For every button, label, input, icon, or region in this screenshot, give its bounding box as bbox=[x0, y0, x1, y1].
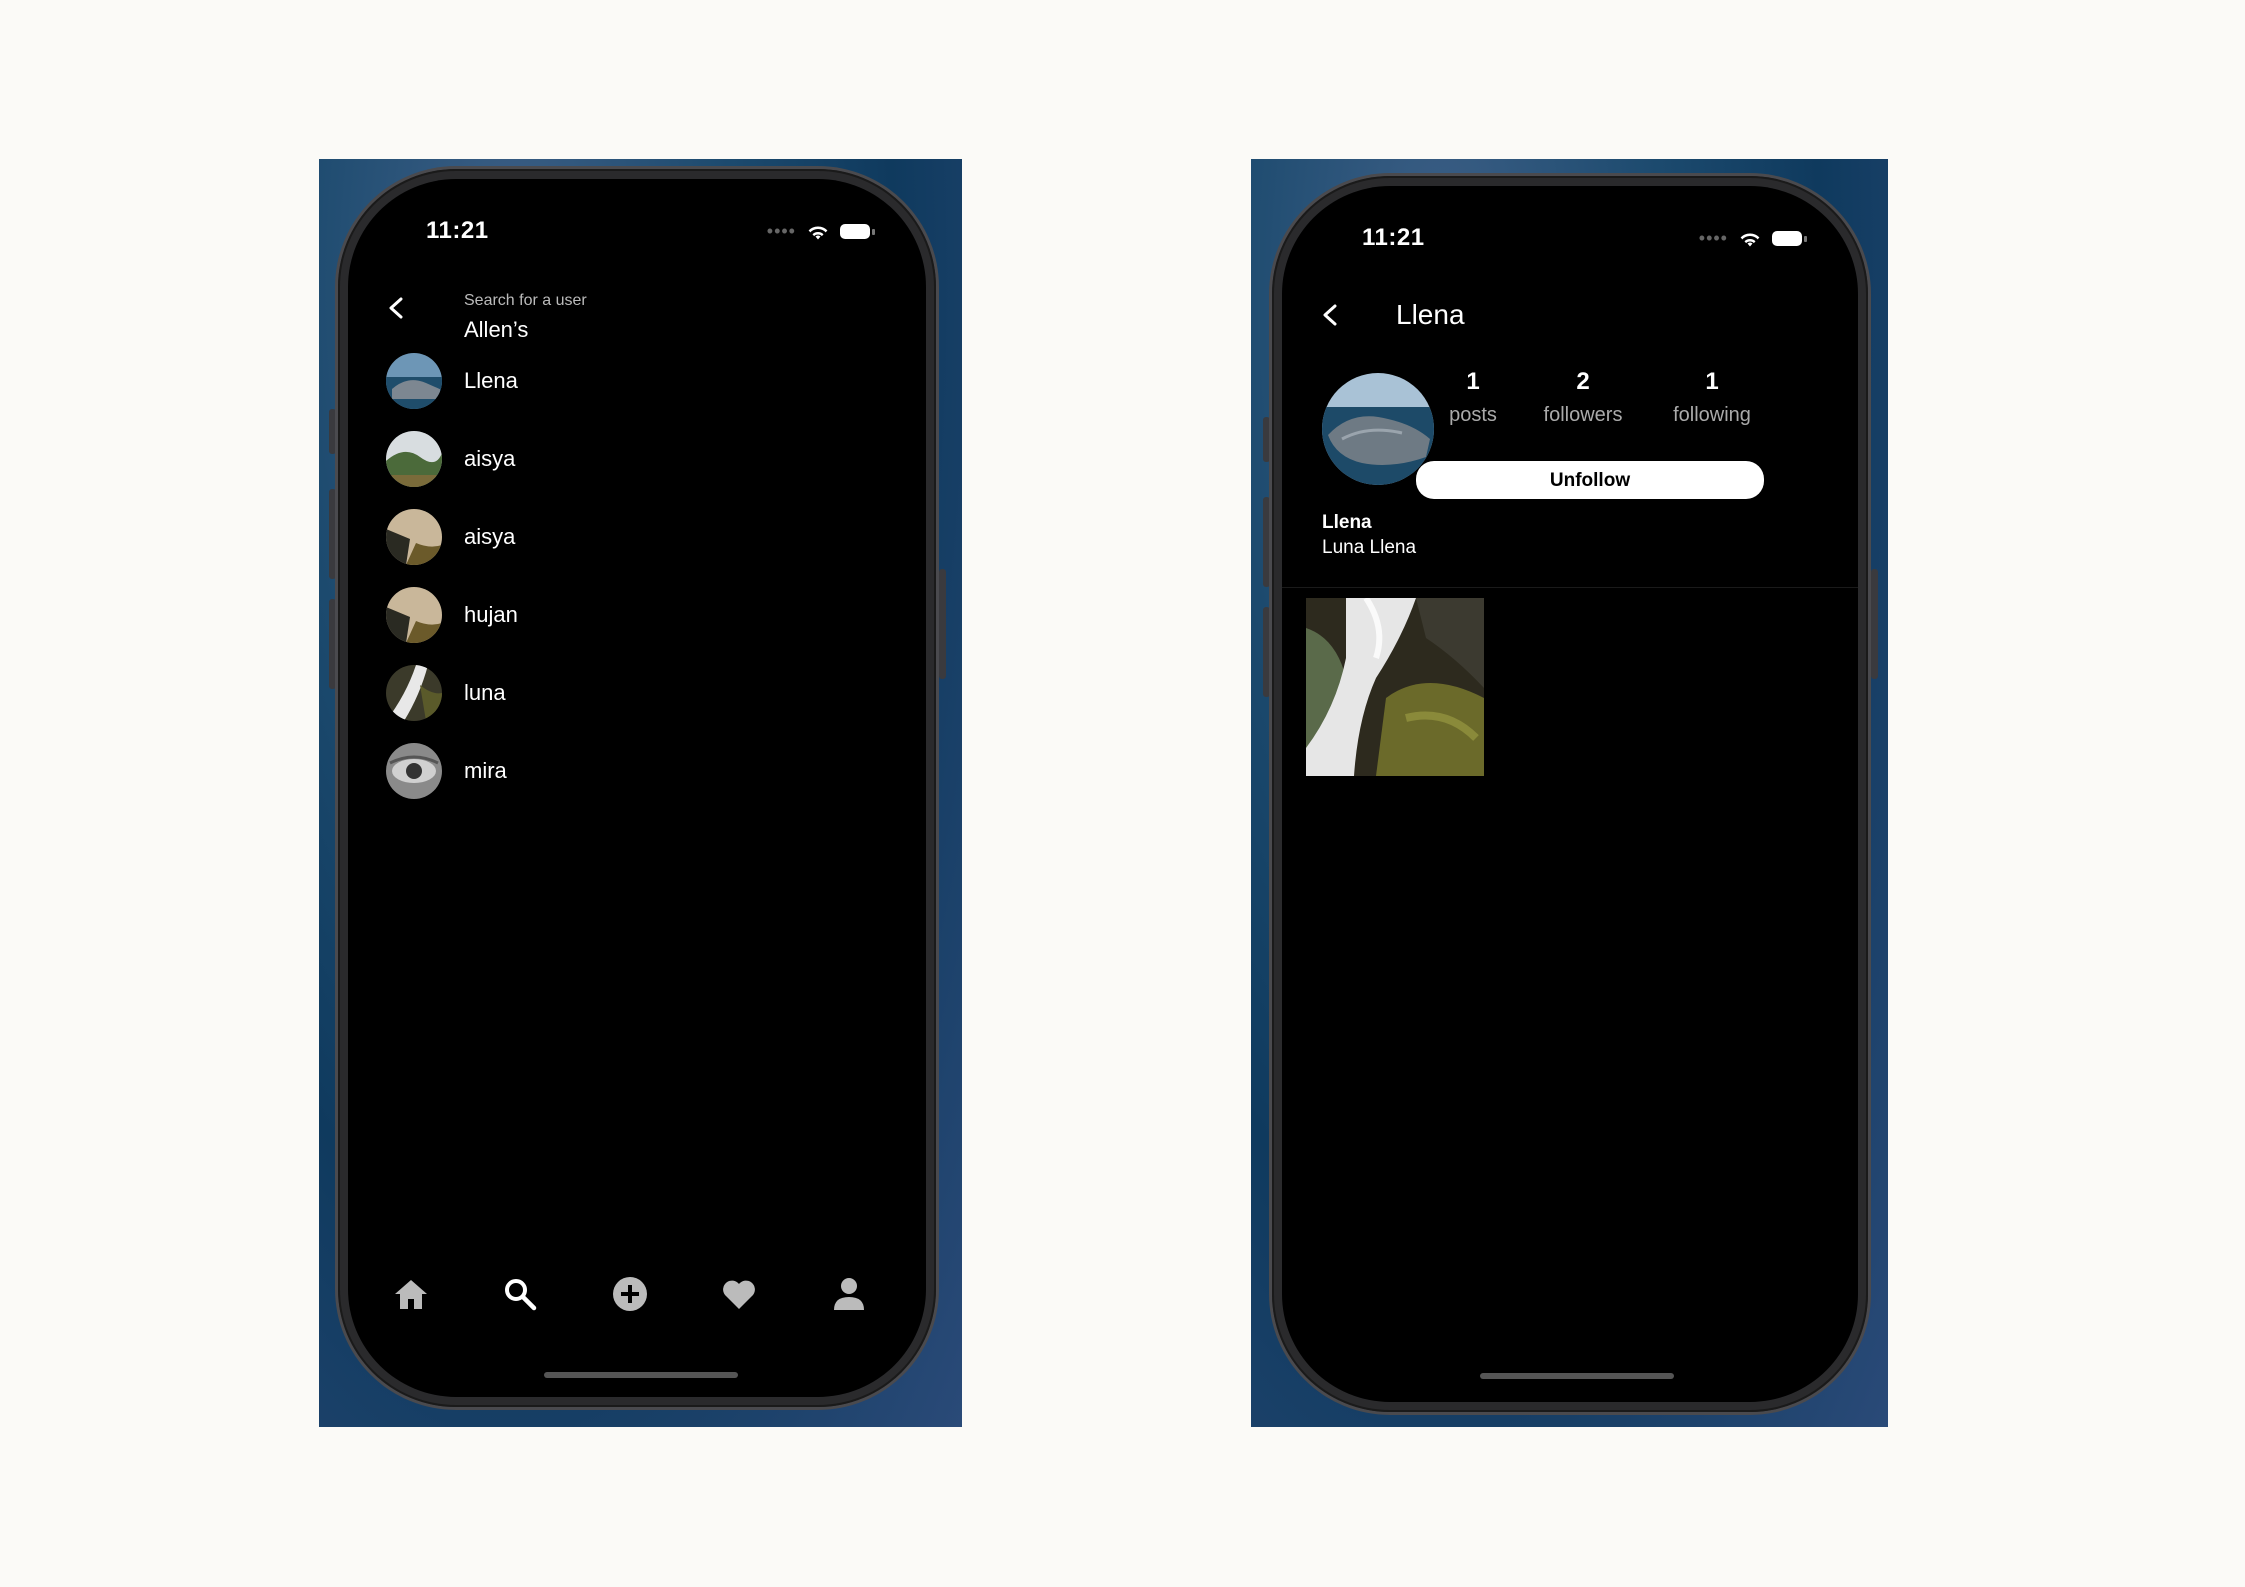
search-tab[interactable] bbox=[500, 1274, 540, 1314]
user-row[interactable]: hujan bbox=[386, 587, 518, 643]
ocean-rock-avatar bbox=[386, 353, 442, 409]
followers-count: 2 bbox=[1576, 368, 1590, 395]
following-count: 1 bbox=[1705, 368, 1719, 395]
followers-stat[interactable]: 2 followers bbox=[1528, 368, 1638, 427]
profile-screen-shot: 11:21 •••• Llena 1 posts 2 followers 1 f… bbox=[1251, 159, 1888, 1427]
user-name: mira bbox=[464, 758, 507, 783]
profile-tab[interactable] bbox=[829, 1274, 869, 1314]
eye-avatar bbox=[386, 743, 442, 799]
unfollow-button[interactable]: Unfollow bbox=[1416, 461, 1764, 499]
phone-screen: 11:21 •••• Search for a user Allen’s Lle… bbox=[348, 179, 926, 1397]
home-tab[interactable] bbox=[391, 1274, 431, 1314]
page-title: Llena bbox=[1396, 299, 1465, 330]
user-name: aisya bbox=[464, 446, 516, 471]
user-name: Llena bbox=[464, 368, 518, 393]
followers-label: followers bbox=[1543, 404, 1623, 426]
phone-frame: 11:21 •••• Search for a user Allen’s Lle… bbox=[338, 169, 936, 1407]
coast-sunset-avatar bbox=[386, 587, 442, 643]
add-tab[interactable] bbox=[610, 1274, 650, 1314]
signal-icon: •••• bbox=[1698, 228, 1728, 248]
waterfall-post bbox=[1306, 598, 1484, 776]
battery-icon bbox=[1772, 231, 1807, 246]
valley-avatar bbox=[386, 431, 442, 487]
divider bbox=[1282, 587, 1858, 588]
add-circle-icon bbox=[613, 1277, 647, 1311]
volume-up-button bbox=[1263, 497, 1270, 587]
waterfall-avatar bbox=[386, 665, 442, 721]
user-row[interactable]: aisya bbox=[386, 431, 515, 487]
power-button bbox=[1871, 569, 1878, 679]
battery-icon bbox=[840, 224, 875, 239]
status-time: 11:21 bbox=[1362, 224, 1425, 251]
posts-stat[interactable]: 1 posts bbox=[1418, 368, 1528, 427]
coast-sunset-avatar bbox=[386, 509, 442, 565]
home-indicator bbox=[544, 1372, 738, 1378]
user-name: luna bbox=[464, 680, 506, 705]
following-label: following bbox=[1673, 404, 1751, 426]
wifi-icon bbox=[1740, 232, 1760, 246]
user-row[interactable]: luna bbox=[386, 665, 506, 721]
user-row[interactable]: Llena bbox=[386, 353, 518, 409]
home-indicator bbox=[1480, 1373, 1674, 1379]
signal-icon: •••• bbox=[766, 221, 796, 241]
volume-down-button bbox=[329, 599, 336, 689]
search-screen-shot: 11:21 •••• Search for a user Allen’s Lle… bbox=[319, 159, 962, 1427]
activity-tab[interactable] bbox=[719, 1274, 759, 1314]
search-label: Search for a user bbox=[464, 292, 587, 309]
heart-icon bbox=[723, 1280, 755, 1309]
status-icons: •••• bbox=[766, 221, 875, 242]
wifi-icon bbox=[808, 225, 828, 239]
profile-full-name: Luna Llena bbox=[1322, 537, 1417, 558]
power-button bbox=[939, 569, 946, 679]
search-icon bbox=[505, 1279, 537, 1311]
posts-label: posts bbox=[1449, 404, 1497, 426]
posts-count: 1 bbox=[1466, 368, 1480, 395]
person-icon bbox=[834, 1278, 864, 1310]
volume-up-button bbox=[329, 489, 336, 579]
user-name: aisya bbox=[464, 524, 516, 549]
post-thumbnail[interactable] bbox=[1306, 598, 1484, 776]
user-name: hujan bbox=[464, 602, 518, 627]
home-icon bbox=[395, 1280, 427, 1309]
user-row[interactable]: aisya bbox=[386, 509, 515, 565]
search-input[interactable]: Allen’s bbox=[464, 317, 528, 343]
mute-switch bbox=[329, 409, 336, 454]
user-row[interactable]: mira bbox=[386, 743, 507, 799]
status-time: 11:21 bbox=[426, 217, 489, 244]
back-chevron-icon[interactable] bbox=[386, 297, 408, 319]
phone-frame: 11:21 •••• Llena 1 posts 2 followers 1 f… bbox=[1272, 176, 1868, 1412]
profile-username: Llena bbox=[1322, 512, 1372, 533]
status-icons: •••• bbox=[1698, 228, 1807, 249]
back-chevron-icon[interactable] bbox=[1320, 304, 1342, 326]
following-stat[interactable]: 1 following bbox=[1657, 368, 1767, 427]
volume-down-button bbox=[1263, 607, 1270, 697]
phone-screen: 11:21 •••• Llena 1 posts 2 followers 1 f… bbox=[1282, 186, 1858, 1402]
mute-switch bbox=[1263, 417, 1270, 462]
